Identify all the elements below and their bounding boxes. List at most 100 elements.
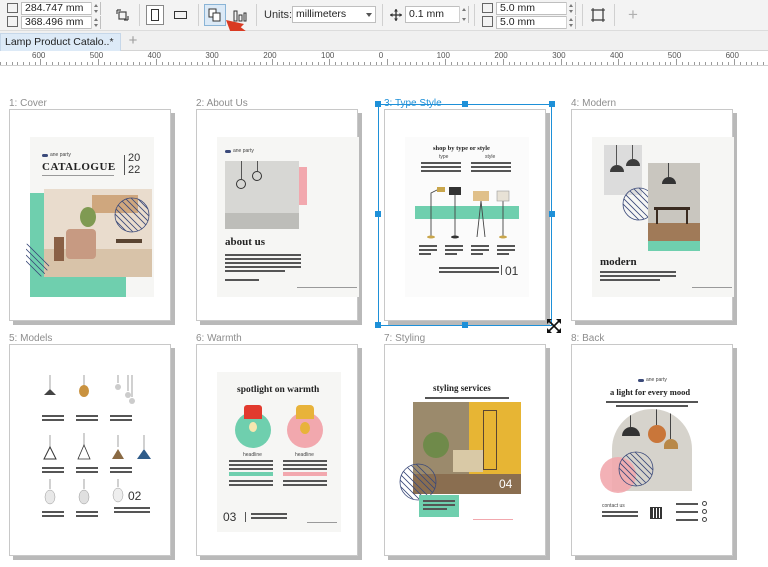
ruler-tick [81, 62, 82, 65]
page-width-field[interactable]: 284.747 mm [21, 2, 101, 15]
ruler-tick [428, 62, 429, 65]
about-photo [225, 161, 299, 229]
ruler-tick [23, 62, 24, 65]
resize-cursor-icon [547, 319, 561, 333]
modern-heading: modern [600, 256, 637, 268]
ruler-tick [185, 62, 186, 65]
ruler-tick [69, 62, 70, 65]
ruler-tick [422, 62, 423, 65]
selection-handle-tc[interactable] [462, 101, 468, 107]
page-thumbnail-about-us[interactable]: ane party about us [196, 109, 359, 321]
nudge-distance-spinner[interactable] [459, 6, 468, 23]
ruler-tick [173, 62, 174, 65]
selection-handle-mr[interactable] [549, 211, 555, 217]
page-thumbnail-modern[interactable]: modern [571, 109, 734, 321]
ruler-tick [381, 62, 382, 65]
ruler-tick [249, 62, 250, 65]
new-tab-icon[interactable]: + [125, 33, 141, 49]
ruler-tick [0, 62, 1, 65]
ruler-tick [399, 62, 400, 65]
ruler-tick [231, 62, 232, 65]
circle-decoration [114, 197, 150, 233]
ruler-tick [595, 62, 596, 65]
ruler-tick [208, 62, 209, 65]
page-thumbnail-back[interactable]: ane party a light for every mood contact… [571, 344, 733, 556]
selection-handle-bl[interactable] [375, 322, 381, 328]
ruler-tick [763, 62, 764, 65]
selection-handle-tl[interactable] [375, 101, 381, 107]
document-tab-strip: Lamp Product Catalo..* + [0, 31, 768, 51]
ruler-tick [566, 62, 567, 65]
logo-icon [42, 154, 48, 157]
page-label-models: 5: Models [9, 333, 53, 344]
ruler-tick [214, 59, 215, 65]
page-thumbnail-models[interactable]: 02 [9, 344, 171, 556]
ruler-tick [590, 62, 591, 65]
selection-handle-ml[interactable] [375, 211, 381, 217]
all-pages-icon [208, 8, 221, 22]
ruler-tick [613, 62, 614, 65]
selection-handle-tr[interactable] [549, 101, 555, 107]
cover-year-top: 20 [128, 152, 141, 164]
ruler-tick-label: 400 [147, 51, 161, 60]
duplicate-y-spinner[interactable] [566, 16, 575, 29]
ruler-tick [728, 62, 729, 65]
ruler-tick [532, 62, 533, 65]
horizontal-ruler: 600 500 400 300 200 100 0 100 200 300 400 500 600 [0, 51, 768, 66]
ruler-tick [416, 62, 417, 65]
duplicate-y-icon [482, 16, 493, 27]
ruler-tick [121, 62, 122, 65]
page-frame-icon [591, 8, 605, 22]
ruler-tick [370, 62, 371, 65]
page-thumbnail-styling[interactable]: styling services 04 [384, 344, 546, 556]
ruler-tick [688, 62, 689, 65]
ruler-tick [607, 62, 608, 65]
ruler-tick [179, 62, 180, 65]
ruler-tick [526, 62, 527, 65]
ruler-tick [630, 62, 631, 65]
ruler-tick [682, 62, 683, 65]
page-thumbnail-warmth[interactable]: spotlight on warmth headline headline 03 [196, 344, 358, 556]
duplicate-x-spinner[interactable] [566, 2, 575, 15]
duplicate-x-field[interactable]: 5.0 mm [496, 2, 576, 15]
ruler-tick [543, 62, 544, 65]
ruler-tick [127, 62, 128, 65]
ruler-tick [329, 59, 330, 65]
duplicate-y-field[interactable]: 5.0 mm [496, 16, 576, 29]
units-dropdown[interactable]: millimeters [292, 6, 376, 23]
landscape-button[interactable] [170, 6, 190, 24]
page-frame-button[interactable] [588, 5, 608, 25]
portrait-button[interactable] [146, 5, 164, 25]
ruler-tick [162, 62, 163, 65]
ruler-tick [12, 62, 13, 65]
ruler-tick [503, 59, 504, 65]
page-height-field[interactable]: 368.496 mm [21, 16, 101, 29]
circle-decoration [618, 451, 654, 487]
selection-frame [378, 104, 552, 326]
selection-handle-bc[interactable] [462, 322, 468, 328]
ruler-tick-label: 500 [89, 51, 104, 60]
ruler-tick [145, 62, 146, 65]
ruler-tick [150, 62, 151, 65]
page-width-spinner[interactable] [91, 2, 100, 15]
chevron-down-icon [366, 13, 372, 17]
ruler-tick [491, 62, 492, 65]
page-sorter-canvas: 1: Cover 2: About Us 3: Type Style 4: Mo… [0, 66, 768, 567]
ruler-tick-label: 200 [263, 51, 277, 60]
add-icon[interactable]: + [624, 5, 642, 25]
page-layout-button[interactable] [114, 6, 132, 24]
ruler-tick [289, 62, 290, 65]
ruler-tick-label: 0 [378, 51, 384, 60]
document-tab[interactable]: Lamp Product Catalo..* [0, 33, 121, 51]
ruler-tick [46, 62, 47, 65]
ruler-tick [110, 62, 111, 65]
page-height-spinner[interactable] [91, 16, 100, 29]
ruler-tick [584, 62, 585, 65]
ruler-tick [561, 59, 562, 65]
ruler-tick [254, 62, 255, 65]
page-thumbnail-cover[interactable]: ane party CATALOGUE 20 22 [9, 109, 171, 321]
ruler-tick [237, 62, 238, 65]
ruler-tick [462, 62, 463, 65]
ruler-tick [497, 62, 498, 65]
ruler-tick [312, 62, 313, 65]
